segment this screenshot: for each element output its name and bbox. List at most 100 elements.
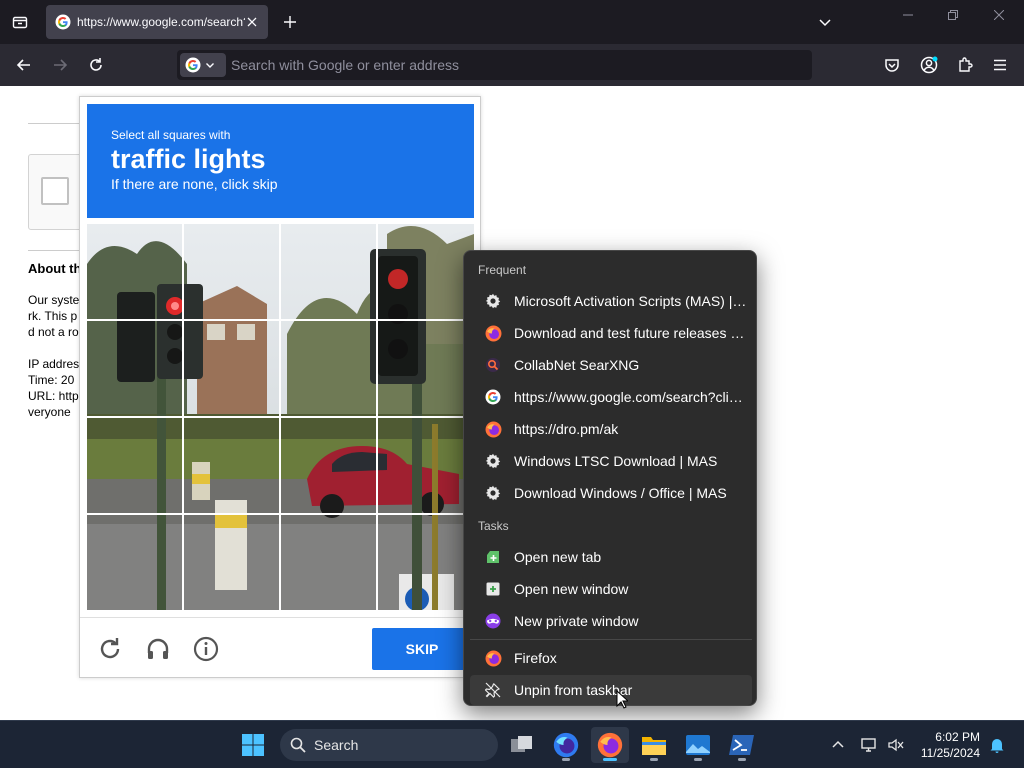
- running-indicator: [562, 758, 570, 761]
- chevron-down-icon: [819, 19, 831, 27]
- new-tab-button[interactable]: [279, 11, 301, 33]
- page-text-line: IP addres: [28, 357, 80, 371]
- folder-icon: [642, 737, 666, 755]
- chevron-up-icon: [832, 740, 844, 748]
- close-tab-icon[interactable]: [244, 14, 260, 30]
- list-all-tabs-button[interactable]: [815, 12, 835, 32]
- taskbar-search[interactable]: Search: [280, 729, 498, 761]
- chevron-down-icon: [206, 63, 214, 68]
- reload-challenge-button[interactable]: [96, 635, 124, 663]
- close-window-button[interactable]: [987, 6, 1011, 24]
- unpin-icon: [485, 682, 501, 698]
- plus-icon: [284, 16, 296, 28]
- firefox-icon: [485, 421, 501, 437]
- taskbar-jump-list: Frequent Microsoft Activation Scripts (M…: [463, 250, 757, 706]
- unpin-from-taskbar-item[interactable]: Unpin from taskbar: [470, 675, 752, 705]
- jump-list-item-label: Download Windows / Office | MAS: [514, 485, 727, 501]
- task-view-button[interactable]: [503, 727, 541, 763]
- search-icon: [290, 737, 306, 753]
- divider: [470, 639, 752, 640]
- restore-button[interactable]: [941, 6, 965, 24]
- volume-muted-icon: [888, 738, 904, 752]
- url-input[interactable]: [231, 57, 791, 73]
- frequent-heading: Frequent: [478, 263, 527, 277]
- tab-list-icon: [12, 16, 28, 29]
- taskbar-app-powershell[interactable]: [723, 727, 761, 763]
- taskbar: Search 6:02 PM 11/25/2024: [0, 720, 1024, 768]
- network-icon: [861, 738, 876, 752]
- reload-button[interactable]: [84, 53, 108, 77]
- firefox-icon: [485, 650, 501, 666]
- extensions-button[interactable]: [953, 53, 977, 77]
- jump-list-item[interactable]: Download Windows / Office | MAS: [470, 478, 752, 508]
- taskbar-app-file-explorer[interactable]: [635, 727, 673, 763]
- address-bar[interactable]: [177, 50, 812, 80]
- taskbar-app-firefox[interactable]: [591, 727, 629, 763]
- taskbar-app-firefox-dev[interactable]: [547, 727, 585, 763]
- task-new-private-window[interactable]: New private window: [470, 606, 752, 636]
- jump-list-item-label: Download and test future releases of Fir…: [514, 325, 750, 341]
- back-button[interactable]: [12, 53, 36, 77]
- tasks-heading: Tasks: [478, 519, 509, 533]
- notifications-button[interactable]: [987, 735, 1007, 755]
- photos-icon: [686, 735, 710, 755]
- account-button[interactable]: [917, 53, 941, 77]
- taskbar-app-photos[interactable]: [679, 727, 717, 763]
- skip-button[interactable]: SKIP: [372, 628, 472, 670]
- task-open-new-tab[interactable]: Open new tab: [470, 542, 752, 572]
- challenge-subtitle: If there are none, click skip: [111, 176, 278, 192]
- system-clock[interactable]: 6:02 PM 11/25/2024: [904, 729, 980, 761]
- reload-icon: [90, 58, 102, 71]
- close-icon: [994, 10, 1004, 20]
- headphones-icon: [147, 638, 169, 659]
- jump-list-item-label: https://dro.pm/ak: [514, 421, 619, 437]
- firefox-icon: [485, 325, 501, 341]
- show-hidden-icons-button[interactable]: [828, 735, 848, 755]
- search-engine-button[interactable]: [180, 53, 226, 77]
- reload-icon: [100, 638, 120, 659]
- jump-list-item[interactable]: https://www.google.com/search?client=fir…: [470, 382, 752, 412]
- firefox-icon: [597, 732, 623, 758]
- task-open-new-window[interactable]: Open new window: [470, 574, 752, 604]
- taskbar-search-label: Search: [314, 737, 359, 753]
- volume-button[interactable]: [886, 735, 906, 755]
- tab-bar: https://www.google.com/search?client=fir…: [0, 0, 1024, 44]
- jump-list-item[interactable]: Windows LTSC Download | MAS: [470, 446, 752, 476]
- windows-logo-icon: [242, 734, 264, 756]
- jump-list-item[interactable]: Download and test future releases of Fir…: [470, 318, 752, 348]
- firefox-developer-icon: [553, 732, 579, 758]
- page-text-line: Time: 20: [28, 373, 75, 387]
- app-menu-button[interactable]: [988, 53, 1012, 77]
- jump-list-item[interactable]: https://dro.pm/ak: [470, 414, 752, 444]
- puzzle-icon: [959, 57, 973, 72]
- grid-lines: [87, 224, 474, 610]
- jump-list-item-label: Microsoft Activation Scripts (MAS) | MAS: [514, 293, 750, 309]
- tab-list-button[interactable]: [8, 10, 32, 34]
- challenge-target: traffic lights: [111, 144, 266, 174]
- clock-time: 6:02 PM: [935, 730, 980, 744]
- clock-date: 11/25/2024: [920, 746, 980, 760]
- jump-list-item[interactable]: Microsoft Activation Scripts (MAS) | MAS: [470, 286, 752, 316]
- page-text-line: rk. This p: [28, 309, 78, 323]
- recaptcha-checkbox[interactable]: [41, 177, 69, 205]
- jump-list-item-label: New private window: [514, 613, 639, 629]
- forward-button[interactable]: [48, 53, 72, 77]
- minimize-button[interactable]: [896, 6, 920, 24]
- challenge-footer: SKIP: [80, 617, 480, 677]
- gear-icon: [485, 485, 501, 501]
- new-window-icon: [486, 582, 500, 596]
- active-tab[interactable]: https://www.google.com/search?client=fir…: [46, 5, 268, 39]
- start-button[interactable]: [234, 727, 272, 763]
- running-indicator: [738, 758, 746, 761]
- arrow-left-icon: [16, 59, 30, 71]
- network-status-button[interactable]: [859, 735, 879, 755]
- pocket-button[interactable]: [880, 53, 904, 77]
- open-firefox-item[interactable]: Firefox: [470, 643, 752, 673]
- jump-list-item-label: Windows LTSC Download | MAS: [514, 453, 718, 469]
- help-button[interactable]: [192, 635, 220, 663]
- challenge-image-grid[interactable]: [87, 224, 474, 610]
- about-heading: About th: [28, 261, 82, 276]
- audio-challenge-button[interactable]: [144, 635, 172, 663]
- minimize-icon: [903, 14, 913, 16]
- jump-list-item[interactable]: CollabNet SearXNG: [470, 350, 752, 380]
